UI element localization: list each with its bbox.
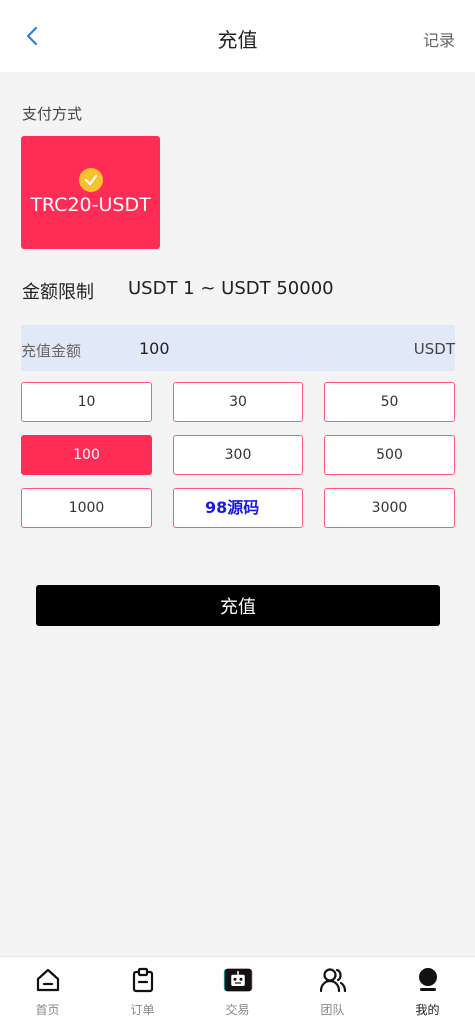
- preset-amount-grid: 10 30 50 100 300 500 1000 3000: [21, 382, 455, 528]
- tab-label: 交易: [225, 1003, 250, 1017]
- robot-icon: [223, 965, 253, 995]
- preset-amount-button[interactable]: 30: [173, 382, 303, 422]
- bottom-tab-bar: 首页 订单 交易 团队 我的: [0, 956, 475, 1024]
- page-title: 充值: [217, 28, 258, 52]
- tab-label: 我的: [415, 1003, 440, 1017]
- tab-trade[interactable]: 交易: [190, 957, 285, 1024]
- header: 充值 记录: [0, 0, 475, 72]
- record-link[interactable]: 记录: [423, 27, 455, 51]
- tab-label: 订单: [130, 1003, 155, 1017]
- amount-limit: 金额限制 USDT 1 ~ USDT 50000: [22, 278, 334, 304]
- amount-limit-range: USDT 1 ~ USDT 50000: [128, 278, 334, 299]
- preset-amount-button[interactable]: 1000: [21, 488, 152, 528]
- preset-amount-button[interactable]: 50: [324, 382, 455, 422]
- home-icon: [33, 965, 63, 995]
- preset-amount-button[interactable]: 500: [324, 435, 455, 475]
- recharge-submit-button[interactable]: 充值: [36, 585, 440, 626]
- preset-amount-button[interactable]: 300: [173, 435, 303, 475]
- payment-method-card[interactable]: TRC20-USDT: [21, 136, 160, 249]
- amount-input[interactable]: [139, 334, 389, 362]
- team-icon: [318, 965, 348, 995]
- tab-label: 首页: [35, 1003, 60, 1017]
- tab-home[interactable]: 首页: [0, 957, 95, 1024]
- amount-label: 充值金额: [21, 342, 82, 360]
- tab-team[interactable]: 团队: [285, 957, 380, 1024]
- amount-unit: USDT: [413, 340, 455, 358]
- user-icon: [413, 965, 443, 995]
- amount-limit-label: 金额限制: [22, 282, 94, 303]
- amount-field: 充值金额 USDT: [21, 325, 455, 371]
- tab-label: 团队: [320, 1003, 345, 1017]
- tab-orders[interactable]: 订单: [95, 957, 190, 1024]
- check-icon: [79, 168, 103, 192]
- preset-amount-button[interactable]: 10: [21, 382, 152, 422]
- payment-method-name: TRC20-USDT: [30, 194, 151, 216]
- preset-amount-button[interactable]: 3000: [324, 488, 455, 528]
- clipboard-icon: [128, 965, 158, 995]
- preset-amount-button[interactable]: 100: [21, 435, 152, 475]
- payment-method-label: 支付方式: [22, 105, 83, 123]
- preset-amount-button[interactable]: [173, 488, 303, 528]
- tab-mine[interactable]: 我的: [380, 957, 475, 1024]
